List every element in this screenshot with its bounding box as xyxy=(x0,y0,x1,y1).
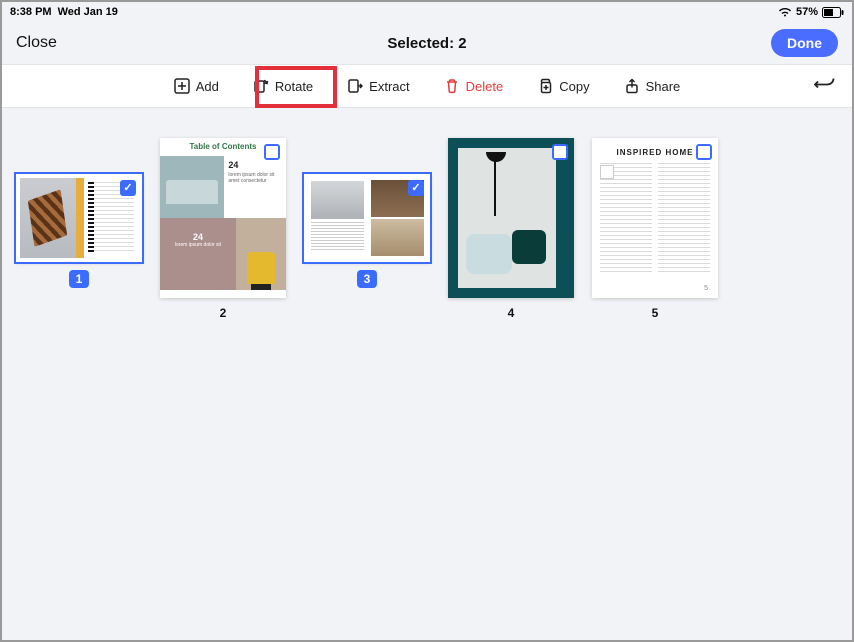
page-2-preview[interactable]: Table of Contents 24lorem ipsum dolor si… xyxy=(160,138,286,298)
page-2-checkbox[interactable] xyxy=(264,144,280,160)
page-1-checkbox[interactable] xyxy=(120,180,136,196)
page-thumb-3[interactable]: 3 xyxy=(304,174,430,288)
delete-button[interactable]: Delete xyxy=(436,72,512,100)
page-title: Selected: 2 xyxy=(387,35,466,52)
page-3-checkbox[interactable] xyxy=(408,180,424,196)
page-2-number: 2 xyxy=(220,306,227,320)
page-2-num1: 24 xyxy=(228,160,238,170)
done-button[interactable]: Done xyxy=(771,29,838,57)
share-icon xyxy=(624,78,640,94)
copy-label: Copy xyxy=(559,79,589,94)
page-thumb-1[interactable]: 1 xyxy=(16,174,142,288)
page-4-preview[interactable] xyxy=(448,138,574,298)
copy-icon xyxy=(537,78,553,94)
status-battery-percent: 57% xyxy=(796,6,818,18)
page-5-footer: 5 xyxy=(704,285,708,292)
undo-button[interactable] xyxy=(814,76,836,97)
page-1-number: 1 xyxy=(69,270,90,288)
trash-icon xyxy=(444,78,460,94)
wifi-icon xyxy=(778,7,792,17)
page-4-checkbox[interactable] xyxy=(552,144,568,160)
rotate-icon xyxy=(253,78,269,94)
rotate-label: Rotate xyxy=(275,79,313,94)
page-thumb-4[interactable]: 4 xyxy=(448,138,574,320)
page-5-preview[interactable]: INSPIRED HOME 5 xyxy=(592,138,718,298)
copy-button[interactable]: Copy xyxy=(529,72,597,100)
nav-bar: Close Selected: 2 Done xyxy=(2,22,852,64)
page-1-preview[interactable] xyxy=(16,174,142,262)
toolbar: Add Rotate Extract Delete Copy xyxy=(2,64,852,108)
page-5-checkbox[interactable] xyxy=(696,144,712,160)
status-time: 8:38 PM xyxy=(10,6,52,18)
page-thumb-5[interactable]: INSPIRED HOME 5 5 xyxy=(592,138,718,320)
page-3-preview[interactable] xyxy=(304,174,430,262)
page-2-num2: 24 xyxy=(193,232,203,242)
add-button[interactable]: Add xyxy=(166,72,227,100)
close-button[interactable]: Close xyxy=(16,34,57,52)
thumbnail-grid: 1 Table of Contents 24lorem ipsum dolor … xyxy=(2,108,852,640)
extract-icon xyxy=(347,78,363,94)
add-label: Add xyxy=(196,79,219,94)
undo-icon xyxy=(814,82,836,97)
page-5-number: 5 xyxy=(652,306,659,320)
status-date: Wed Jan 19 xyxy=(58,6,118,18)
delete-label: Delete xyxy=(466,79,504,94)
page-4-number: 4 xyxy=(508,306,515,320)
extract-button[interactable]: Extract xyxy=(339,72,417,100)
plus-square-icon xyxy=(174,78,190,94)
page-3-number: 3 xyxy=(357,270,378,288)
battery-icon xyxy=(822,7,844,18)
share-label: Share xyxy=(646,79,681,94)
share-button[interactable]: Share xyxy=(616,72,689,100)
rotate-button[interactable]: Rotate xyxy=(245,72,321,100)
extract-label: Extract xyxy=(369,79,409,94)
status-bar: 8:38 PM Wed Jan 19 57% xyxy=(2,2,852,22)
page-thumb-2[interactable]: Table of Contents 24lorem ipsum dolor si… xyxy=(160,138,286,320)
